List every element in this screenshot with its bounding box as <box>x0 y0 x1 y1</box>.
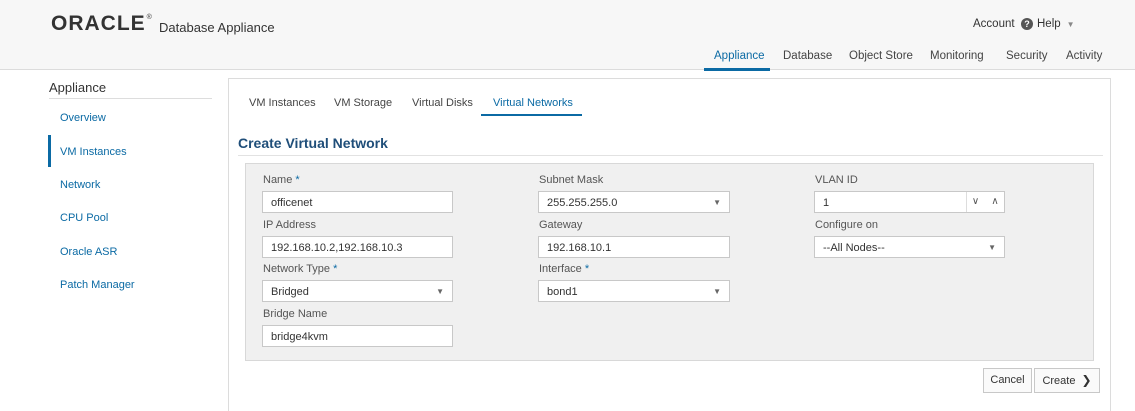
chevron-right-icon: ❯ <box>1081 373 1092 387</box>
sidebar-divider <box>49 98 212 99</box>
sidebar-item-overview[interactable]: Overview <box>60 112 106 124</box>
sidebar-item-patch-manager[interactable]: Patch Manager <box>60 279 135 291</box>
chevron-down-icon: ▼ <box>988 243 996 252</box>
app-name: Database Appliance <box>159 20 275 35</box>
tab-appliance[interactable]: Appliance <box>714 50 765 62</box>
tab-monitoring[interactable]: Monitoring <box>930 50 984 62</box>
name-label: Name * <box>263 174 300 186</box>
chevron-down-icon: ▼ <box>436 287 444 296</box>
bridge-name-field[interactable]: bridge4kvm <box>262 325 453 347</box>
ip-address-field[interactable]: 192.168.10.2,192.168.10.3 <box>262 236 453 258</box>
ip-address-label: IP Address <box>263 219 316 231</box>
create-button[interactable]: Create ❯ <box>1034 368 1100 393</box>
gateway-field[interactable]: 192.168.10.1 <box>538 236 730 258</box>
app-header: ORACLE® Database Appliance Account▼ ? He… <box>0 0 1135 71</box>
help-menu[interactable]: ? Help ▼ <box>1021 18 1075 30</box>
active-tab-indicator <box>704 68 770 71</box>
subnet-mask-label: Subnet Mask <box>539 174 604 186</box>
vlan-id-stepper[interactable]: 1 ∨ ∧ <box>814 191 1005 213</box>
interface-select[interactable]: bond1 ▼ <box>538 280 730 302</box>
title-divider <box>238 155 1103 156</box>
tab-database[interactable]: Database <box>783 50 832 62</box>
configure-on-label: Configure on <box>815 219 878 231</box>
chevron-down-icon: ▼ <box>713 287 721 296</box>
tab-security[interactable]: Security <box>1006 50 1048 62</box>
cancel-button[interactable]: Cancel <box>983 368 1032 393</box>
chevron-down-icon: ▼ <box>1066 19 1075 29</box>
network-type-select[interactable]: Bridged ▼ <box>262 280 453 302</box>
subnet-mask-select[interactable]: 255.255.255.0 ▼ <box>538 191 730 213</box>
decrement-icon[interactable]: ∨ <box>966 192 984 212</box>
subtab-vm-storage[interactable]: VM Storage <box>334 97 392 109</box>
sidebar-title: Appliance <box>49 80 107 95</box>
top-navigation: Appliance Database Object Store Monitori… <box>0 50 1135 71</box>
sidebar-item-cpu-pool[interactable]: CPU Pool <box>60 212 108 224</box>
sidebar-item-oracle-asr[interactable]: Oracle ASR <box>60 246 117 258</box>
gateway-label: Gateway <box>539 219 583 231</box>
subtab-vm-instances[interactable]: VM Instances <box>249 97 316 109</box>
chevron-down-icon: ▼ <box>713 198 721 207</box>
vlan-id-label: VLAN ID <box>815 174 858 186</box>
active-subtab-indicator <box>481 114 582 116</box>
increment-icon[interactable]: ∧ <box>986 192 1004 212</box>
tab-activity[interactable]: Activity <box>1066 50 1102 62</box>
interface-label: Interface * <box>539 263 590 275</box>
help-icon: ? <box>1021 18 1033 30</box>
name-field[interactable]: officenet <box>262 191 453 213</box>
bridge-name-label: Bridge Name <box>263 308 328 320</box>
tab-object-store[interactable]: Object Store <box>849 50 913 62</box>
page-title: Create Virtual Network <box>238 135 388 151</box>
subtab-virtual-disks[interactable]: Virtual Disks <box>412 97 473 109</box>
subtab-virtual-networks[interactable]: Virtual Networks <box>493 97 573 109</box>
sidebar-item-network[interactable]: Network <box>60 179 100 191</box>
network-type-label: Network Type * <box>263 263 338 275</box>
configure-on-select[interactable]: --All Nodes-- ▼ <box>814 236 1005 258</box>
sidebar-active-indicator <box>48 135 51 167</box>
oracle-logo: ORACLE® <box>51 12 153 35</box>
sidebar-item-vm-instances[interactable]: VM Instances <box>60 146 127 158</box>
